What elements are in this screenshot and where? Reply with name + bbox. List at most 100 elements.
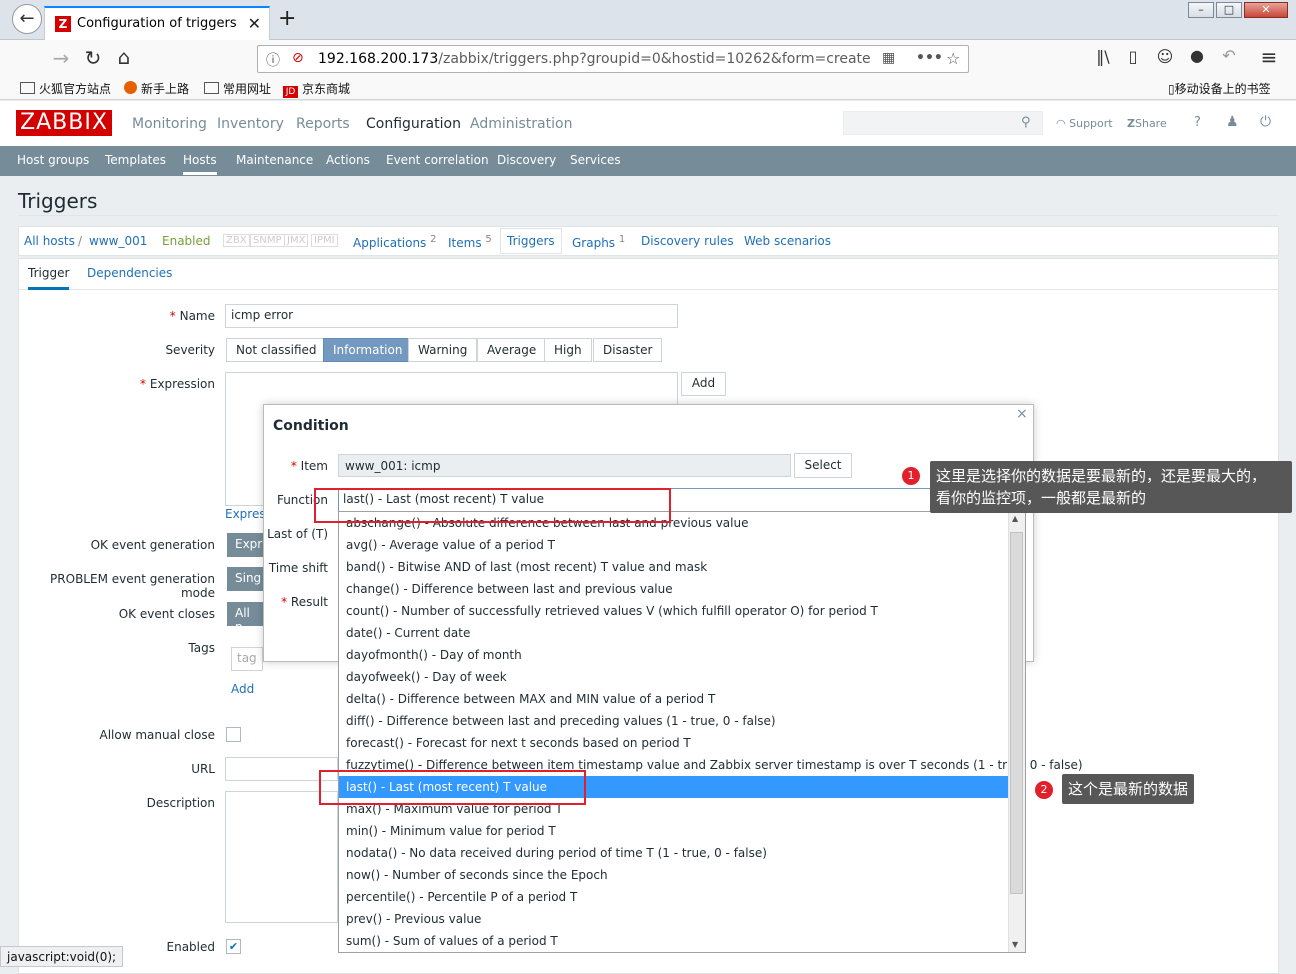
discovery-rules-link[interactable]: Discovery rules bbox=[641, 234, 734, 248]
bookmark-star-icon[interactable]: ☆ bbox=[946, 49, 960, 68]
qr-code-icon[interactable]: ▦ bbox=[882, 50, 895, 66]
close-tab-icon[interactable]: ✕ bbox=[248, 14, 261, 33]
applications-link[interactable]: Applications 2 bbox=[353, 234, 437, 250]
function-option[interactable]: date() - Current date bbox=[339, 622, 1009, 644]
tag-input[interactable]: tag bbox=[231, 647, 263, 671]
window-close-icon[interactable]: ✕ bbox=[1244, 2, 1288, 18]
scroll-down-icon[interactable]: ▼ bbox=[1012, 940, 1018, 949]
support-link[interactable]: ◠ Support bbox=[1056, 117, 1113, 130]
tab-trigger[interactable]: Trigger bbox=[28, 266, 70, 290]
browser-tab[interactable]: Z Configuration of triggers ✕ bbox=[44, 6, 270, 40]
bookmark-firefox-site[interactable]: 火狐官方站点 bbox=[20, 80, 111, 97]
home-icon[interactable]: ⌂ bbox=[111, 45, 137, 69]
search-icon[interactable]: ⚲ bbox=[1021, 115, 1031, 130]
severity-average[interactable]: Average bbox=[477, 338, 547, 362]
url-bar[interactable]: ⓘ ⊘ 192.168.200.173/zabbix/triggers.php?… bbox=[257, 45, 969, 73]
enabled-checkbox[interactable]: ✔ bbox=[226, 939, 241, 954]
expression-add-button[interactable]: Add bbox=[681, 372, 726, 396]
library-icon[interactable]: ‖\ bbox=[1090, 47, 1116, 66]
function-option[interactable]: change() - Difference between last and p… bbox=[339, 578, 1009, 600]
function-option[interactable]: dayofmonth() - Day of month bbox=[339, 644, 1009, 666]
menu-configuration[interactable]: Configuration bbox=[366, 116, 461, 132]
subnav-services[interactable]: Services bbox=[570, 153, 621, 167]
severity-high[interactable]: High bbox=[544, 338, 592, 362]
function-option[interactable]: prev() - Previous value bbox=[339, 908, 1009, 930]
info-icon[interactable]: ⓘ bbox=[266, 50, 280, 70]
share-link[interactable]: ZShare bbox=[1127, 117, 1167, 130]
function-option[interactable]: count() - Number of successfully retriev… bbox=[339, 600, 1009, 622]
bookmark-common-sites[interactable]: 常用网址 bbox=[204, 80, 271, 97]
host-status[interactable]: Enabled bbox=[162, 234, 211, 248]
function-option[interactable]: min() - Minimum value for period T bbox=[339, 820, 1009, 842]
mobile-bookmarks[interactable]: ▯移动设备上的书签 bbox=[1168, 80, 1271, 97]
menu-reports[interactable]: Reports bbox=[296, 116, 350, 132]
help-icon[interactable]: ? bbox=[1194, 115, 1201, 130]
select-item-button[interactable]: Select bbox=[794, 453, 852, 478]
form-tabs: Trigger Dependencies bbox=[18, 258, 1279, 290]
global-search-input[interactable] bbox=[843, 111, 1043, 135]
reload-icon[interactable]: ↻ bbox=[80, 46, 106, 70]
tab-dependencies[interactable]: Dependencies bbox=[87, 266, 172, 280]
function-option[interactable]: now() - Number of seconds since the Epoc… bbox=[339, 864, 1009, 886]
subnav-templates[interactable]: Templates bbox=[105, 153, 166, 167]
items-link[interactable]: Items 5 bbox=[448, 234, 492, 250]
host-link[interactable]: www_001 bbox=[89, 234, 147, 248]
function-option[interactable]: diff() - Difference between last and pre… bbox=[339, 710, 1009, 732]
zabbix-logo[interactable]: ZABBIX bbox=[16, 110, 112, 136]
tags-add-link[interactable]: Add bbox=[231, 682, 254, 696]
function-option[interactable]: forecast() - Forecast for next t seconds… bbox=[339, 732, 1009, 754]
share-label: Share bbox=[1134, 117, 1167, 130]
chat-icon[interactable]: ● bbox=[1184, 46, 1210, 65]
function-option[interactable]: percentile() - Percentile P of a period … bbox=[339, 886, 1009, 908]
folder-icon bbox=[20, 82, 35, 94]
menu-monitoring[interactable]: Monitoring bbox=[132, 116, 207, 132]
subnav-event-correlation[interactable]: Event correlation bbox=[386, 153, 489, 167]
support-label: Support bbox=[1069, 117, 1113, 130]
maximize-icon[interactable]: □ bbox=[1216, 2, 1242, 18]
page-actions-icon[interactable]: ••• bbox=[916, 50, 943, 66]
function-option[interactable]: dayofweek() - Day of week bbox=[339, 666, 1009, 688]
user-profile-icon[interactable]: ♟ bbox=[1226, 114, 1239, 130]
sidebar-icon[interactable]: ▯ bbox=[1120, 47, 1146, 66]
bookmarks-toolbar bbox=[0, 76, 1296, 100]
undo-icon[interactable]: ↶ bbox=[1216, 46, 1242, 65]
subnav-actions[interactable]: Actions bbox=[326, 153, 370, 167]
subnav-maintenance[interactable]: Maintenance bbox=[236, 153, 313, 167]
menu-inventory[interactable]: Inventory bbox=[217, 116, 284, 132]
back-icon[interactable]: ← bbox=[12, 4, 42, 34]
function-option[interactable]: delta() - Difference between MAX and MIN… bbox=[339, 688, 1009, 710]
expression-constructor-link[interactable]: Expres bbox=[225, 507, 266, 521]
subnav-host-groups[interactable]: Host groups bbox=[17, 153, 89, 167]
zbx-availability-badge: ZBX bbox=[223, 234, 250, 247]
graphs-link[interactable]: Graphs 1 bbox=[572, 234, 625, 250]
menu-icon[interactable]: ≡ bbox=[1256, 45, 1282, 69]
severity-information[interactable]: Information bbox=[323, 338, 413, 362]
all-hosts-link[interactable]: All hosts bbox=[24, 234, 75, 248]
subnav-discovery[interactable]: Discovery bbox=[497, 153, 556, 167]
description-textarea[interactable] bbox=[225, 791, 338, 923]
bookmark-getting-started[interactable]: 新手上路 bbox=[124, 80, 189, 97]
severity-not-classified[interactable]: Not classified bbox=[226, 338, 327, 362]
web-scenarios-link[interactable]: Web scenarios bbox=[744, 234, 831, 248]
sign-out-icon[interactable]: ⏻ bbox=[1260, 114, 1271, 130]
function-option[interactable]: sum() - Sum of values of a period T bbox=[339, 930, 1009, 952]
function-option[interactable]: avg() - Average value of a period T bbox=[339, 534, 1009, 556]
subnav-hosts[interactable]: Hosts bbox=[183, 153, 217, 175]
forward-icon[interactable]: → bbox=[48, 46, 74, 70]
dialog-close-icon[interactable]: × bbox=[1016, 406, 1028, 422]
function-option[interactable]: band() - Bitwise AND of last (most recen… bbox=[339, 556, 1009, 578]
name-input[interactable]: icmp error bbox=[225, 304, 678, 328]
function-option[interactable]: nodata() - No data received during perio… bbox=[339, 842, 1009, 864]
menu-administration[interactable]: Administration bbox=[470, 116, 572, 132]
account-icon[interactable]: ☺ bbox=[1152, 47, 1178, 66]
minimize-icon[interactable]: – bbox=[1188, 2, 1214, 18]
scrollbar-thumb[interactable] bbox=[1010, 532, 1023, 894]
severity-disaster[interactable]: Disaster bbox=[593, 338, 663, 362]
severity-warning[interactable]: Warning bbox=[408, 338, 478, 362]
triggers-link[interactable]: Triggers bbox=[500, 228, 562, 254]
bookmark-jd[interactable]: JD 京东商城 bbox=[283, 80, 350, 98]
scroll-up-icon[interactable]: ▲ bbox=[1012, 514, 1018, 523]
allow-manual-close-checkbox[interactable] bbox=[226, 727, 241, 742]
items-label: Items bbox=[448, 236, 482, 250]
new-tab-icon[interactable]: + bbox=[278, 6, 296, 31]
